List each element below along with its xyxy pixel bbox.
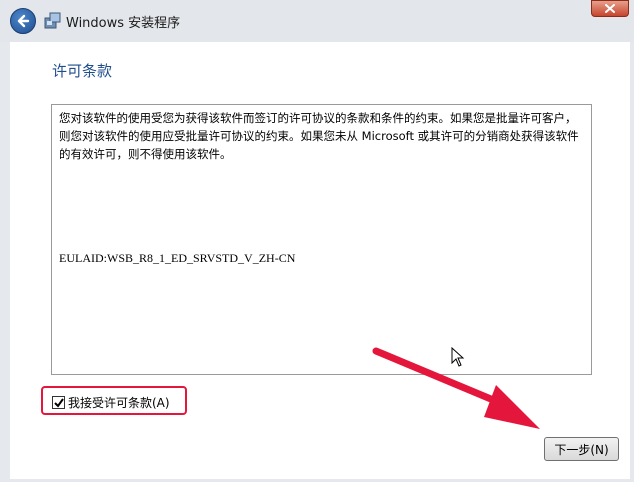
next-button[interactable]: 下一步(N) bbox=[544, 437, 619, 461]
license-terms-text: 您对该软件的使用受您为获得该软件而签订的许可协议的条款和条件的约束。如果您是批量… bbox=[59, 111, 579, 161]
close-button[interactable] bbox=[591, 0, 629, 17]
back-button[interactable] bbox=[10, 8, 36, 34]
accept-terms-checkbox[interactable] bbox=[52, 396, 65, 409]
back-arrow-icon bbox=[17, 14, 30, 28]
accept-terms-label[interactable]: 我接受许可条款(A) bbox=[68, 394, 170, 411]
window-title: Windows 安装程序 bbox=[66, 16, 181, 31]
title-bar: Windows 安装程序 bbox=[0, 0, 634, 42]
red-arrow-icon bbox=[372, 347, 540, 429]
license-terms-box[interactable]: 您对该软件的使用受您为获得该软件而签订的许可协议的条款和条件的约束。如果您是批量… bbox=[51, 104, 592, 375]
setup-window: Windows 安装程序 许可条款 您对该软件的使用受您为获得该软件而签订的许可… bbox=[0, 0, 634, 482]
setup-app-icon bbox=[44, 12, 61, 29]
checkmark-icon bbox=[53, 397, 64, 408]
close-icon bbox=[605, 4, 615, 13]
page-title: 许可条款 bbox=[52, 62, 113, 80]
eula-id-text: EULAID:WSB_R8_1_ED_SRVSTD_V_ZH-CN bbox=[59, 251, 296, 265]
